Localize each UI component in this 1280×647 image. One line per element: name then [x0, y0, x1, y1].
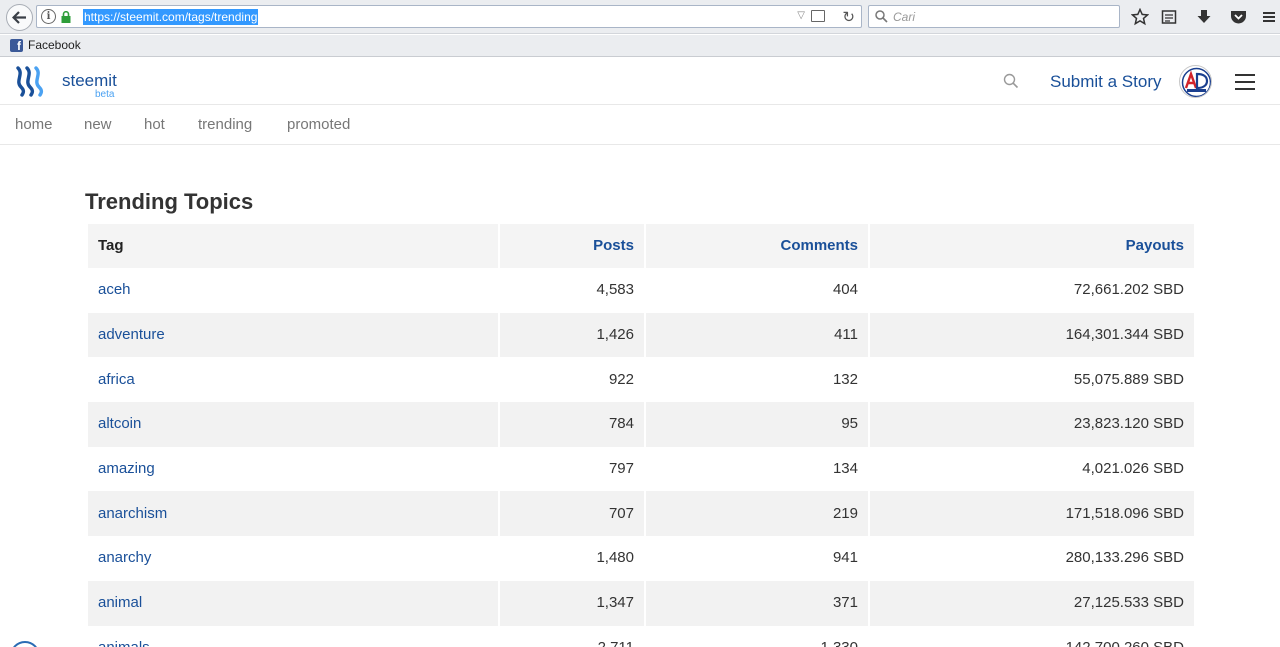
comments-count: 132 — [646, 357, 870, 403]
comments-count: 1,330 — [646, 625, 870, 647]
posts-count: 922 — [500, 357, 646, 403]
tag-link[interactable]: animals — [88, 625, 500, 647]
posts-count: 4,583 — [500, 268, 646, 313]
lock-icon — [61, 11, 71, 23]
tag-link[interactable]: amazing — [88, 446, 500, 492]
site-brand[interactable]: steemit — [62, 72, 117, 90]
reload-icon[interactable]: ↻ — [842, 8, 855, 26]
table-row: animal 1,347 371 27,125.533 SBD — [88, 580, 1196, 626]
column-header-posts[interactable]: Posts — [500, 224, 646, 268]
payout-amount: 142,700.260 SBD — [870, 625, 1196, 647]
address-bar[interactable]: i https://steemit.com/tags/trending ▽ ↻ — [36, 5, 862, 28]
table-row: amazing 797 134 4,021.026 SBD — [88, 446, 1196, 492]
bookmark-star-icon[interactable] — [1129, 6, 1151, 28]
comments-count: 371 — [646, 580, 870, 626]
tag-link[interactable]: adventure — [88, 312, 500, 358]
bookmark-facebook[interactable]: f Facebook — [10, 38, 81, 52]
posts-count: 1,480 — [500, 536, 646, 581]
comments-count: 411 — [646, 312, 870, 358]
tag-link[interactable]: anarchism — [88, 491, 500, 537]
hamburger-menu-icon[interactable] — [1235, 74, 1255, 90]
table-row: anarchism 707 219 171,518.096 SBD — [88, 491, 1196, 537]
posts-count: 2,711 — [500, 625, 646, 647]
column-header-tag: Tag — [88, 224, 500, 268]
bookmarks-list-icon[interactable] — [1158, 6, 1180, 28]
comments-count: 404 — [646, 268, 870, 313]
pocket-icon[interactable] — [1227, 6, 1249, 28]
payout-amount: 23,823.120 SBD — [870, 402, 1196, 447]
dropdown-icon[interactable]: ▽ — [797, 10, 805, 21]
posts-count: 784 — [500, 402, 646, 447]
submit-story-link[interactable]: Submit a Story — [1050, 72, 1162, 92]
topic-nav: home new hot trending promoted — [0, 105, 1280, 145]
facebook-icon: f — [10, 38, 23, 52]
nav-item-new[interactable]: new — [84, 116, 112, 134]
comments-count: 941 — [646, 536, 870, 581]
table-row: altcoin 784 95 23,823.120 SBD — [88, 402, 1196, 447]
search-icon — [875, 10, 888, 23]
avatar-image — [1181, 67, 1211, 97]
reader-view-icon[interactable] — [811, 10, 825, 22]
table-row: animals2,7111,330142,700.260 SBD — [88, 625, 1196, 647]
nav-item-home[interactable]: home — [15, 116, 53, 134]
search-icon[interactable] — [1003, 73, 1019, 89]
table-header-row: Tag Posts Comments Payouts — [88, 224, 1196, 268]
posts-count: 797 — [500, 446, 646, 492]
posts-count: 1,426 — [500, 312, 646, 358]
tag-link[interactable]: africa — [88, 357, 500, 403]
steemit-logo-icon[interactable] — [14, 65, 48, 97]
browser-search-input[interactable]: Cari — [868, 5, 1120, 28]
payout-amount: 4,021.026 SBD — [870, 446, 1196, 492]
bookmarks-bar: f Facebook — [0, 35, 1280, 57]
site-header: steemit beta Submit a Story — [0, 58, 1280, 105]
payout-amount: 72,661.202 SBD — [870, 268, 1196, 313]
comments-count: 219 — [646, 491, 870, 537]
beta-label: beta — [95, 89, 115, 100]
payout-amount: 280,133.296 SBD — [870, 536, 1196, 581]
arrow-left-icon — [12, 11, 26, 24]
back-button[interactable] — [6, 4, 33, 31]
posts-count: 1,347 — [500, 580, 646, 626]
tag-link[interactable]: altcoin — [88, 402, 500, 447]
table-row: anarchy 1,480 941 280,133.296 SBD — [88, 536, 1196, 581]
bookmark-label: Facebook — [28, 38, 81, 52]
search-placeholder: Cari — [893, 10, 916, 24]
menu-icon[interactable] — [1258, 6, 1280, 28]
nav-item-promoted[interactable]: promoted — [287, 116, 350, 134]
column-header-comments[interactable]: Comments — [646, 224, 870, 268]
comments-count: 95 — [646, 402, 870, 447]
nav-item-trending[interactable]: trending — [198, 116, 252, 134]
table-row: africa 922 132 55,075.889 SBD — [88, 357, 1196, 403]
scroll-top-icon[interactable] — [10, 641, 40, 647]
browser-toolbar: i https://steemit.com/tags/trending ▽ ↻ … — [0, 0, 1280, 34]
table-row: adventure 1,426 411 164,301.344 SBD — [88, 312, 1196, 358]
table-row: aceh 4,583 404 72,661.202 SBD — [88, 268, 1196, 313]
page-title: Trending Topics — [85, 189, 254, 214]
trending-topics-table: Tag Posts Comments Payouts aceh 4,583 404 7… — [88, 224, 1196, 647]
url-text[interactable]: https://steemit.com/tags/trending — [83, 9, 259, 25]
posts-count: 707 — [500, 491, 646, 537]
tag-link[interactable]: animal — [88, 580, 500, 626]
payout-amount: 55,075.889 SBD — [870, 357, 1196, 403]
nav-item-hot[interactable]: hot — [144, 116, 165, 134]
payout-amount: 27,125.533 SBD — [870, 580, 1196, 626]
comments-count: 134 — [646, 446, 870, 492]
tag-link[interactable]: anarchy — [88, 536, 500, 581]
info-icon[interactable]: i — [41, 9, 56, 24]
download-icon[interactable] — [1193, 6, 1215, 28]
payout-amount: 171,518.096 SBD — [870, 491, 1196, 537]
tag-link[interactable]: aceh — [88, 268, 500, 313]
column-header-payouts[interactable]: Payouts — [870, 224, 1196, 268]
payout-amount: 164,301.344 SBD — [870, 312, 1196, 358]
avatar[interactable] — [1179, 65, 1212, 98]
